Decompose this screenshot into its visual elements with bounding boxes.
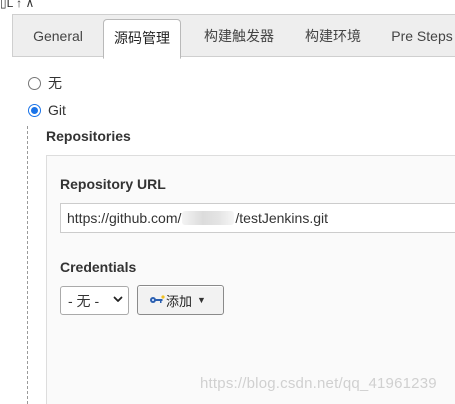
watermark: https://blog.csdn.net/qq_41961239 xyxy=(200,375,437,392)
add-credentials-button[interactable]: 添加 ▼ xyxy=(137,285,224,315)
tab-general[interactable]: General xyxy=(21,15,95,57)
credentials-select[interactable]: - 无 - xyxy=(60,286,129,315)
radio-git[interactable] xyxy=(28,103,41,117)
repositories-label: Repositories xyxy=(46,128,131,144)
chevron-down-icon xyxy=(113,296,123,302)
scm-option-git-label: Git xyxy=(48,102,66,118)
tab-build-triggers[interactable]: 构建触发器 xyxy=(191,15,287,57)
top-strip: ▯L ↑ ∧ xyxy=(0,0,455,10)
repository-url-input[interactable]: https://github.com/ /testJenkins.git xyxy=(60,203,455,233)
scm-option-none-label: 无 xyxy=(48,75,62,91)
scm-option-none[interactable]: 无 xyxy=(28,73,62,93)
tab-source-control[interactable]: 源码管理 xyxy=(103,19,181,59)
credentials-label: Credentials xyxy=(60,259,137,275)
repository-panel-body xyxy=(47,156,455,404)
tab-bar: General 源码管理 构建触发器 构建环境 Pre Steps xyxy=(12,14,455,59)
radio-none[interactable] xyxy=(28,76,41,90)
key-icon xyxy=(150,295,165,303)
tab-build-environment[interactable]: 构建环境 xyxy=(295,15,371,57)
redacted-username xyxy=(182,211,235,225)
git-section-guide xyxy=(27,126,28,404)
scm-option-git[interactable]: Git xyxy=(28,100,66,120)
credentials-selected-value: - 无 - xyxy=(68,292,100,309)
header-cut-text: ▯L ↑ ∧ xyxy=(0,0,35,10)
repository-url-label: Repository URL xyxy=(60,176,166,192)
tab-pre-steps[interactable]: Pre Steps xyxy=(383,15,455,57)
repository-url-prefix: https://github.com/ xyxy=(67,210,182,226)
caret-down-icon: ▼ xyxy=(197,295,206,305)
add-button-label: 添加 xyxy=(166,293,193,309)
repository-url-suffix: /testJenkins.git xyxy=(235,210,329,226)
